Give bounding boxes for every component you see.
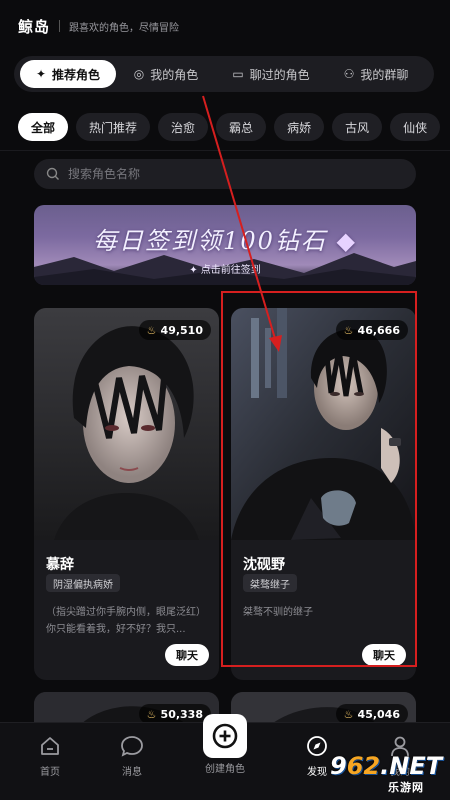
flame-icon: ♨ xyxy=(146,707,157,721)
chip-ancient[interactable]: 古风 xyxy=(332,113,383,141)
nav-messages[interactable]: 消息 xyxy=(87,723,177,800)
flame-icon: ♨ xyxy=(343,323,354,337)
section-divider xyxy=(0,150,450,151)
popularity-count: 49,510 xyxy=(160,323,203,337)
create-role-button[interactable] xyxy=(203,714,247,758)
role-tabs: ✦ 推荐角色 ◎ 我的角色 ▭ 聊过的角色 ⚇ 我的群聊 xyxy=(14,56,434,92)
flame-icon: ♨ xyxy=(146,323,157,337)
role-description: （指尖蹭过你手腕内侧，眼尾泛红）你只能看着我，好不好？我只... xyxy=(46,607,206,635)
app-subtitle: 跟喜欢的角色，尽情冒险 xyxy=(69,22,180,34)
compass-icon xyxy=(307,736,327,756)
role-tag: 桀骜继子 xyxy=(243,574,297,592)
popularity-count: 46,666 xyxy=(357,323,400,337)
chip-yandere[interactable]: 病娇 xyxy=(274,113,325,141)
flame-icon: ♨ xyxy=(343,707,354,721)
tab-chatted-roles[interactable]: ▭ 聊过的角色 xyxy=(216,60,326,88)
role-description: 桀骜不驯的继子 xyxy=(243,607,313,618)
popularity-count: 45,046 xyxy=(357,707,400,721)
chip-healing[interactable]: 治愈 xyxy=(158,113,209,141)
tab-recommended[interactable]: ✦ 推荐角色 xyxy=(20,60,116,88)
chat-button[interactable]: 聊天 xyxy=(165,644,209,666)
wm-part: .NET xyxy=(380,752,443,780)
role-card[interactable]: ♨ 46,666 沈砚野 桀骜继子 桀骜不驯的继子 聊天 xyxy=(231,308,416,680)
category-chips: 全部 热门推荐 治愈 霸总 病娇 古风 仙侠 xyxy=(18,113,450,141)
sparkle-icon: ✦ xyxy=(35,67,47,81)
role-portrait xyxy=(231,308,416,540)
tab-label: 推荐角色 xyxy=(52,67,101,82)
watermark-subtext: 乐游网 xyxy=(388,781,424,794)
chip-xianxia[interactable]: 仙侠 xyxy=(390,113,441,141)
home-icon xyxy=(41,737,59,755)
message-icon xyxy=(121,736,143,757)
chip-all[interactable]: 全部 xyxy=(18,113,69,141)
role-card[interactable]: ♨ 49,510 慕辞 阴湿偏执病娇 （指尖蹭过你手腕内侧，眼尾泛红）你只能看着… xyxy=(34,308,219,680)
tab-label: 我的角色 xyxy=(150,67,199,82)
chat-button[interactable]: 聊天 xyxy=(362,644,406,666)
tab-label: 我的群聊 xyxy=(360,67,409,82)
user-circle-icon: ◎ xyxy=(133,67,145,81)
banner-title-text: 每日签到领100钻石 xyxy=(93,227,327,255)
popularity-badge: ♨ 45,046 xyxy=(335,704,408,724)
nav-label: 消息 xyxy=(122,767,142,778)
plus-circle-icon xyxy=(212,723,238,749)
role-name: 慕辞 xyxy=(46,557,74,573)
search-input[interactable] xyxy=(68,167,388,181)
nav-label: 发现 xyxy=(307,767,327,778)
popularity-count: 50,338 xyxy=(160,707,203,721)
header-divider xyxy=(59,20,61,32)
watermark-logo: 962.NET 乐游网 xyxy=(330,752,448,796)
tab-label: 聊过的角色 xyxy=(249,67,310,82)
wm-part: 9 xyxy=(330,752,347,780)
watermark-text: 962.NET xyxy=(330,752,442,780)
chat-bubble-icon: ▭ xyxy=(232,67,244,81)
search-icon xyxy=(46,167,60,181)
popularity-badge: ♨ 50,338 xyxy=(138,704,211,724)
app-header: 鲸岛 跟喜欢的角色，尽情冒险 xyxy=(0,0,450,52)
popularity-badge: ♨ 49,510 xyxy=(138,320,211,340)
create-role-label: 创建角色 xyxy=(205,764,245,775)
banner-title: 每日签到领100钻石 ◆ xyxy=(34,221,416,256)
tab-my-roles[interactable]: ◎ 我的角色 xyxy=(116,60,216,88)
search-bar[interactable] xyxy=(34,159,416,189)
role-portrait xyxy=(34,308,219,540)
popularity-badge: ♨ 46,666 xyxy=(335,320,408,340)
tab-group-chats[interactable]: ⚇ 我的群聊 xyxy=(326,60,426,88)
banner-subtitle: ✦ 点击前往签到 xyxy=(189,265,261,276)
diamond-icon: ◆ xyxy=(326,227,357,255)
group-icon: ⚇ xyxy=(343,67,355,81)
chip-ceo[interactable]: 霸总 xyxy=(216,113,267,141)
checkin-banner[interactable]: 每日签到领100钻石 ◆ ✦ 点击前往签到 xyxy=(34,205,416,285)
nav-label: 首页 xyxy=(40,767,60,778)
app-title: 鲸岛 xyxy=(18,17,51,36)
wm-part: 62 xyxy=(346,752,381,780)
role-tag: 阴湿偏执病娇 xyxy=(46,574,120,592)
role-name: 沈砚野 xyxy=(243,557,285,573)
chip-hot[interactable]: 热门推荐 xyxy=(76,113,151,141)
nav-home[interactable]: 首页 xyxy=(5,723,95,800)
